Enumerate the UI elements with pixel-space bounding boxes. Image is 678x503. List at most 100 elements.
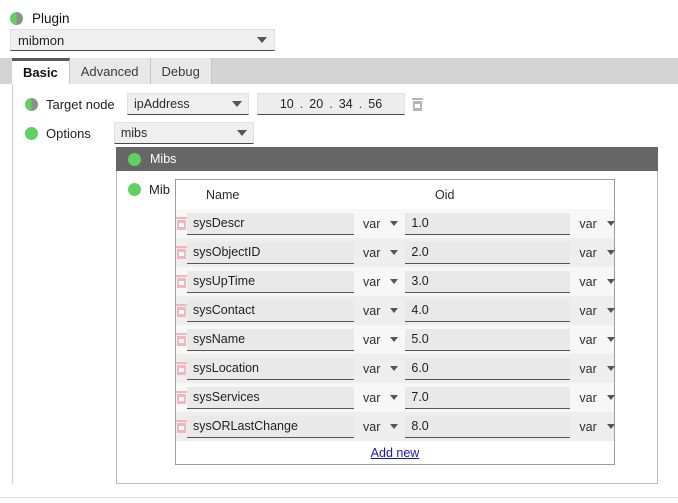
add-new-link[interactable]: Add new [371,446,420,460]
chevron-down-icon [390,395,399,400]
trash-icon [176,391,187,404]
table-header-name: Name [206,187,240,202]
chevron-down-icon [606,395,615,400]
oid-type-value: var [579,216,597,231]
table-row: sysName var 5.0 var [176,325,615,354]
name-type-select[interactable]: var [354,358,405,380]
name-input[interactable]: sysName [187,328,354,351]
name-type-select[interactable]: var [354,300,405,322]
oid-type-select[interactable]: var [570,416,621,438]
chevron-down-icon [606,279,615,284]
mibs-status-icon [128,152,141,166]
name-type-value: var [363,303,381,318]
chevron-down-icon [390,366,399,371]
tab-advanced[interactable]: Advanced [69,58,151,84]
trash-icon[interactable] [412,97,423,111]
name-type-value: var [363,274,381,289]
oid-input[interactable]: 1.0 [405,212,571,235]
plugin-select[interactable]: mibmon [10,29,275,51]
oid-type-select[interactable]: var [570,300,621,322]
trash-icon [176,275,187,288]
target-node-type-select[interactable]: ipAddress [127,93,249,115]
target-node-status-icon [25,97,38,111]
name-input[interactable]: sysORLastChange [187,415,354,438]
options-label: Options [25,126,91,141]
ip-octet-4[interactable]: 56 [365,97,385,111]
chevron-down-icon [390,279,399,284]
target-node-type-value: ipAddress [134,97,190,111]
ip-octet-2[interactable]: 20 [306,97,326,111]
oid-input[interactable]: 7.0 [405,386,571,409]
options-select[interactable]: mibs [113,122,254,144]
name-type-select[interactable]: var [354,416,405,438]
row-oid-cell: 7.0 var [405,386,621,409]
delete-row-button[interactable] [176,246,187,259]
chevron-down-icon [236,130,247,136]
delete-row-button[interactable] [176,304,187,317]
oid-type-value: var [579,390,597,405]
options-select-value: mibs [120,126,148,140]
oid-input[interactable]: 2.0 [405,241,571,264]
oid-type-value: var [579,245,597,260]
chevron-down-icon [390,221,399,226]
name-input[interactable]: sysDescr [187,212,354,235]
ip-address-input[interactable]: 10 . 20 . 34 . 56 [257,93,405,115]
mibs-group-title: Mibs [150,152,177,166]
name-type-value: var [363,390,381,405]
ip-separator: . [299,97,304,111]
tab-debug[interactable]: Debug [150,58,212,84]
oid-type-select[interactable]: var [570,271,621,293]
name-type-value: var [363,245,381,260]
oid-type-select[interactable]: var [570,242,621,264]
mib-label-text: Mib [149,182,170,197]
chevron-down-icon [606,250,615,255]
table-header-oid: Oid [435,187,455,202]
bottom-divider [0,497,678,498]
chevron-down-icon [390,308,399,313]
oid-type-value: var [579,274,597,289]
oid-type-select[interactable]: var [570,387,621,409]
tab-basic[interactable]: Basic [12,58,70,84]
target-node-label-text: Target node [46,96,115,112]
name-input[interactable]: sysObjectID [187,241,354,264]
ip-separator: . [358,97,363,111]
oid-input[interactable]: 3.0 [405,270,571,293]
oid-input[interactable]: 4.0 [405,299,571,322]
name-input[interactable]: sysServices [187,386,354,409]
delete-row-button[interactable] [176,420,187,433]
name-input[interactable]: sysLocation [187,357,354,380]
name-input[interactable]: sysContact [187,299,354,322]
delete-row-button[interactable] [176,333,187,346]
oid-input[interactable]: 5.0 [405,328,571,351]
table-row: sysContact var 4.0 var [176,296,615,325]
delete-row-button[interactable] [176,217,187,230]
plugin-select-value: mibmon [18,32,65,48]
delete-row-button[interactable] [176,275,187,288]
name-type-select[interactable]: var [354,271,405,293]
options-label-text: Options [46,125,91,141]
delete-row-button[interactable] [176,391,187,404]
oid-type-select[interactable]: var [570,358,621,380]
oid-input[interactable]: 8.0 [405,415,571,438]
mibs-group-header: Mibs [116,147,658,171]
mib-label: Mib [128,182,170,197]
oid-input[interactable]: 6.0 [405,357,571,380]
ip-octet-1[interactable]: 10 [277,97,297,111]
name-type-select[interactable]: var [354,242,405,264]
name-type-select[interactable]: var [354,387,405,409]
chevron-down-icon [390,337,399,342]
ip-octet-3[interactable]: 34 [336,97,356,111]
name-type-select[interactable]: var [354,329,405,351]
row-name-cell: sysORLastChange var [187,415,405,438]
oid-type-select[interactable]: var [570,213,621,235]
oid-type-value: var [579,303,597,318]
oid-type-value: var [579,361,597,376]
oid-type-select[interactable]: var [570,329,621,351]
trash-icon [176,304,187,317]
trash-icon [176,333,187,346]
delete-row-button[interactable] [176,362,187,375]
mib-table: Name Oid sysDescr var 1.0 var sysObjectI… [175,179,615,465]
name-type-select[interactable]: var [354,213,405,235]
tab-advanced-label: Advanced [80,63,139,79]
name-input[interactable]: sysUpTime [187,270,354,293]
